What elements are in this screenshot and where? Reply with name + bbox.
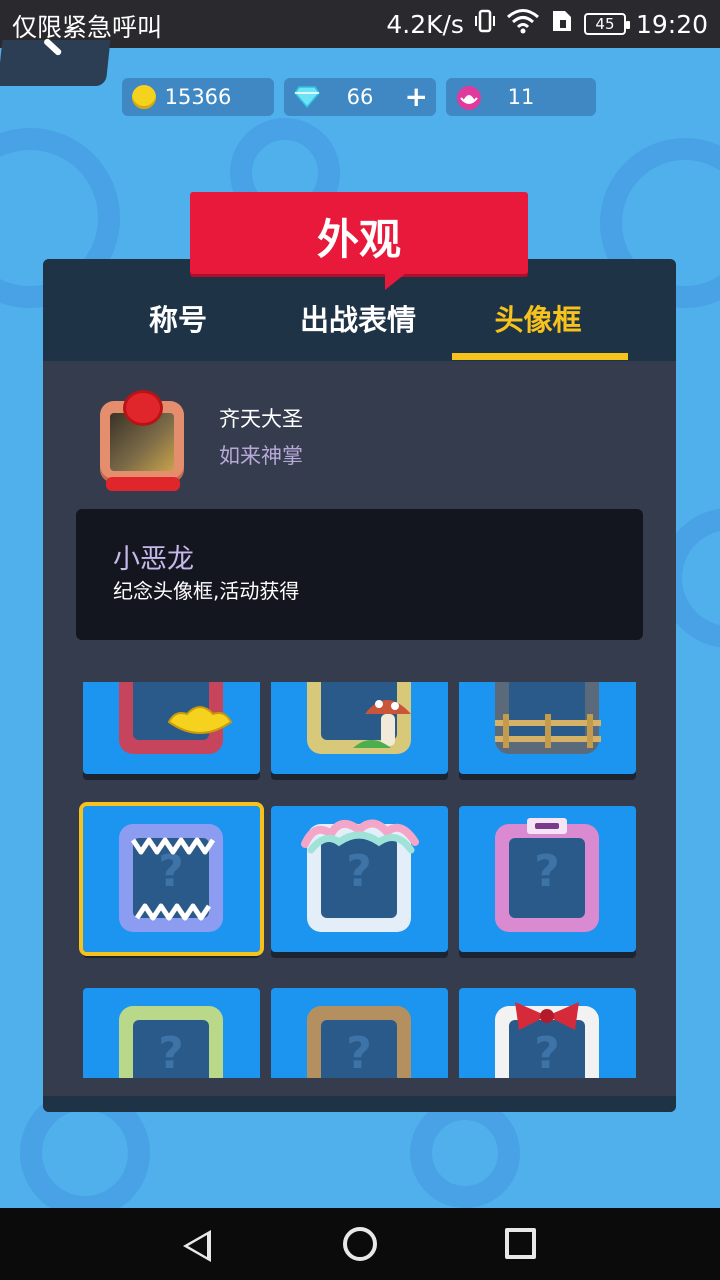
question-mark-icon: ?: [534, 1028, 560, 1078]
page-title: 外观: [316, 215, 401, 264]
active-tab-indicator: [452, 353, 628, 360]
tab-titles[interactable]: 称号: [103, 297, 253, 337]
rainbow-cloud-icon: [301, 819, 419, 854]
nav-recent-apps-icon[interactable]: [505, 1228, 536, 1259]
sim-icon: [550, 8, 574, 40]
frame-grid[interactable]: ? ? ? ? ? ?: [76, 682, 643, 1078]
nav-home-icon[interactable]: [343, 1227, 377, 1261]
frame-tile-little-dragon[interactable]: ?: [79, 802, 264, 956]
frame-tile-cookie[interactable]: ?: [271, 988, 448, 1078]
frame-tile-gold-ingot[interactable]: [83, 682, 260, 774]
coin-counter: 15366: [122, 78, 274, 116]
vibrate-icon: [474, 8, 496, 40]
title-banner: 外观: [190, 192, 528, 290]
lotus-counter: 11: [446, 78, 596, 116]
player-name: 齐天大圣: [219, 407, 303, 431]
fence-icon: [495, 714, 601, 748]
frame-tile-green-moss[interactable]: ?: [83, 988, 260, 1078]
add-diamonds-button[interactable]: +: [405, 80, 428, 113]
frame-tile-cloud[interactable]: ?: [271, 806, 448, 952]
back-arrow-icon: [42, 37, 63, 57]
frame-tile-bow[interactable]: ?: [459, 988, 636, 1078]
gold-ingot-icon: [167, 706, 233, 734]
clock: 19:20: [635, 9, 708, 39]
frame-tile-toy[interactable]: ?: [459, 806, 636, 952]
question-mark-icon: ?: [534, 846, 560, 897]
lotus-value: 11: [507, 85, 535, 109]
question-mark-icon: ?: [346, 1028, 372, 1078]
dragon-teeth-icon: [130, 837, 216, 921]
back-button[interactable]: [0, 37, 111, 86]
wifi-icon: [506, 8, 540, 40]
player-title: 如来神掌: [219, 444, 303, 468]
toy-sign-icon: [527, 818, 567, 834]
frame-description-box: 小恶龙 纪念头像框,活动获得: [76, 509, 643, 640]
question-mark-icon: ?: [158, 1028, 184, 1078]
avatar-preview: [96, 393, 188, 491]
tab-avatar-frames[interactable]: 头像框: [453, 297, 623, 337]
frame-description: 纪念头像框,活动获得: [113, 579, 300, 603]
tab-battle-emotes[interactable]: 出战表情: [278, 297, 438, 337]
mushroom-icon: [353, 700, 411, 748]
ribbon-icon: [106, 477, 180, 491]
nav-back-icon[interactable]: [183, 1230, 211, 1262]
system-nav-bar: [0, 1208, 720, 1280]
diamond-counter[interactable]: 66 +: [284, 78, 436, 116]
battery-icon: 45: [583, 13, 630, 35]
tab-bar: 称号 出战表情 头像框: [43, 259, 676, 361]
frame-tile-mushroom[interactable]: [271, 682, 448, 774]
frame-name: 小恶龙: [113, 544, 194, 575]
flower-icon: [126, 393, 160, 423]
panel-footer: [43, 1096, 676, 1112]
carrier-text: 仅限紧急呼叫: [12, 13, 163, 42]
red-bow-icon: [515, 1002, 579, 1030]
network-speed: 4.2K/s: [386, 9, 464, 39]
coin-value: 15366: [164, 85, 232, 109]
frame-tile-fence[interactable]: [459, 682, 636, 774]
